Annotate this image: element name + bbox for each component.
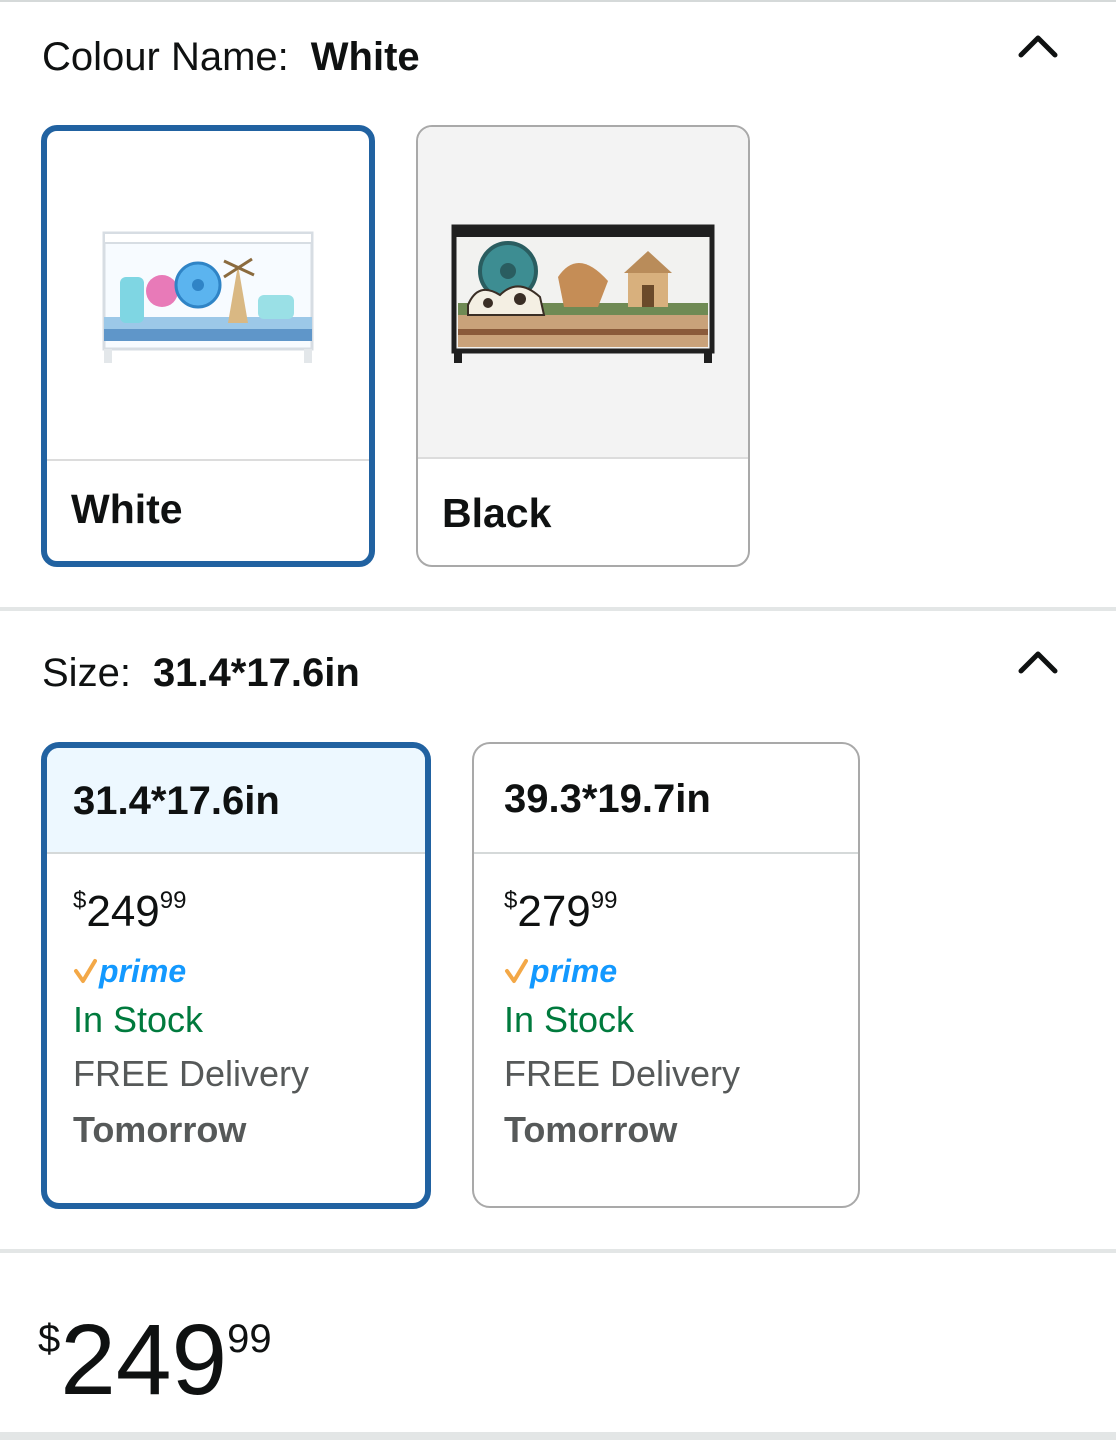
size-header: Size: 31.4*17.6in	[42, 648, 360, 698]
section-divider	[0, 607, 1116, 611]
prime-check-icon	[74, 959, 97, 983]
size-option-label: 31.4*17.6in	[47, 748, 425, 854]
price-fraction: 99	[590, 887, 618, 914]
size-option-39-3x19-7[interactable]: 39.3*19.7in $279 99 prime In Stock FREE D…	[472, 742, 860, 1208]
white-hamster-cage-image	[47, 131, 369, 461]
price-symbol: $	[73, 887, 87, 914]
stock-status: In Stock	[504, 999, 635, 1040]
total-price: $249 99	[38, 1300, 272, 1420]
colour-option-white[interactable]: White	[41, 125, 375, 567]
prime-label: prime	[99, 953, 187, 989]
colour-header: Colour Name: White	[42, 32, 420, 82]
bottom-divider	[0, 1432, 1116, 1440]
prime-badge: prime	[73, 952, 309, 990]
colour-option-white-label: White	[71, 486, 183, 532]
total-price-whole: 249	[60, 1304, 228, 1416]
black-hamster-cage-image	[418, 127, 748, 459]
top-border	[0, 0, 1116, 2]
price-fraction: 99	[159, 887, 187, 914]
size-label: Size:	[42, 651, 131, 695]
prime-check-icon	[505, 959, 528, 983]
delivery-day: Tomorrow	[73, 1109, 247, 1150]
delivery-text: FREE Delivery	[73, 1053, 310, 1094]
size-option-31-4x17-6[interactable]: 31.4*17.6in $249 99 prime In Stock FREE D…	[41, 742, 431, 1209]
size-option-price: $249 99	[73, 884, 309, 940]
section-divider	[0, 1249, 1116, 1253]
price-whole: 249	[86, 887, 160, 936]
colour-collapse-chevron-up-icon[interactable]	[1016, 24, 1060, 68]
stock-status: In Stock	[73, 999, 204, 1040]
total-price-symbol: $	[38, 1317, 61, 1361]
size-option-price: $279 99	[504, 884, 740, 940]
colour-option-black-label: Black	[442, 490, 552, 536]
colour-option-black[interactable]: Black	[416, 125, 750, 567]
price-whole: 279	[517, 887, 591, 936]
size-collapse-chevron-up-icon[interactable]	[1016, 640, 1060, 684]
size-option-label: 39.3*19.7in	[474, 744, 858, 854]
total-price-fraction: 99	[227, 1317, 272, 1361]
size-selected-value: 31.4*17.6in	[152, 651, 360, 695]
colour-selected-value: White	[310, 35, 420, 79]
colour-label: Colour Name:	[42, 35, 289, 79]
delivery-day: Tomorrow	[504, 1109, 678, 1150]
price-symbol: $	[504, 887, 518, 914]
delivery-text: FREE Delivery	[504, 1053, 741, 1094]
prime-badge: prime	[504, 952, 740, 990]
prime-label: prime	[530, 953, 618, 989]
